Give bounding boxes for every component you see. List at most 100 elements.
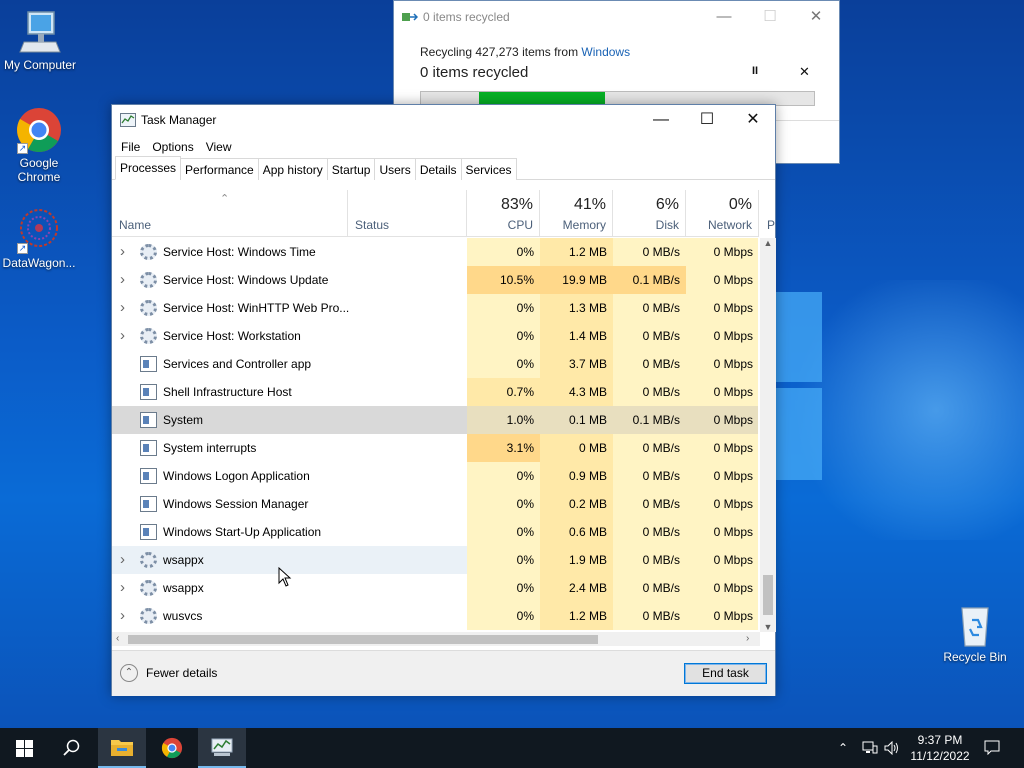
mouse-cursor-icon	[278, 567, 292, 587]
tab-details[interactable]: Details	[414, 158, 462, 180]
tab-startup[interactable]: Startup	[326, 158, 376, 180]
process-row[interactable]: › wusvcs 0% 1.2 MB 0 MB/s 0 Mbps	[112, 602, 758, 630]
vertical-scrollbar[interactable]: ▲ ▼	[760, 238, 776, 632]
task-manager-icon	[120, 113, 136, 127]
network-icon	[862, 741, 878, 754]
column-header-memory[interactable]: 41% Memory	[540, 190, 613, 237]
task-manager-window[interactable]: Task Manager — ☐ ✕ File Options View Pro…	[111, 104, 776, 696]
fewer-details-label: Fewer details	[146, 666, 218, 680]
action-center-button[interactable]	[984, 728, 1000, 768]
process-mem-value: 3.7 MB	[540, 350, 613, 378]
desktop-icon-recycle-bin[interactable]: Recycle Bin	[935, 600, 1015, 664]
close-button[interactable]: ✕	[730, 105, 776, 135]
scroll-right-icon[interactable]: ›	[746, 632, 749, 646]
desktop-icon-datawagon[interactable]: ↗ DataWagon...	[0, 206, 79, 270]
task-manager-titlebar[interactable]: Task Manager — ☐ ✕	[112, 105, 775, 136]
process-row[interactable]: System 1.0% 0.1 MB 0.1 MB/s 0 Mbps	[112, 406, 758, 434]
taskbar-task-manager[interactable]	[198, 728, 246, 768]
process-disk-value: 0 MB/s	[613, 322, 686, 350]
process-net-value: 0 Mbps	[686, 574, 758, 602]
menu-file[interactable]: File	[115, 140, 146, 154]
column-label: Status	[355, 218, 390, 232]
sort-caret-icon: ⌃	[220, 193, 230, 205]
app-window-icon	[140, 356, 157, 372]
process-row[interactable]: Windows Logon Application 0% 0.9 MB 0 MB/s 0…	[112, 462, 758, 490]
start-button[interactable]	[0, 728, 48, 768]
expand-chevron-icon[interactable]: ›	[120, 322, 130, 350]
process-row[interactable]: › Service Host: Windows Update 10.5% 19.9 M…	[112, 266, 758, 294]
tab-services[interactable]: Services	[460, 158, 517, 180]
network-tray-button[interactable]	[862, 728, 878, 768]
scroll-up-icon[interactable]: ▲	[760, 238, 776, 248]
expand-chevron-icon[interactable]: ›	[120, 238, 130, 266]
expand-chevron-icon[interactable]: ›	[120, 294, 130, 322]
menu-options[interactable]: Options	[146, 140, 199, 154]
expand-chevron-icon[interactable]: ›	[120, 602, 130, 630]
expand-chevron-icon[interactable]: ›	[120, 574, 130, 602]
process-row[interactable]: System interrupts 3.1% 0 MB 0 MB/s 0 Mbps	[112, 434, 758, 462]
process-row[interactable]: › Service Host: Workstation 0% 1.4 MB 0 MB/s…	[112, 322, 758, 350]
menu-view[interactable]: View	[200, 140, 238, 154]
column-label: CPU	[507, 218, 533, 232]
process-mem-value: 0.9 MB	[540, 462, 613, 490]
column-label: Network	[707, 218, 752, 232]
process-row[interactable]: › Service Host: Windows Time 0% 1.2 MB 0 MB/…	[112, 238, 758, 266]
process-row[interactable]: › wsappx 0% 1.9 MB 0 MB/s 0 Mbps	[112, 546, 758, 574]
close-button[interactable]: ✕	[796, 5, 836, 29]
desktop-icon-chrome[interactable]: ↗ Google Chrome	[0, 106, 79, 184]
gear-icon	[140, 328, 157, 344]
volume-tray-button[interactable]	[884, 728, 900, 768]
chevron-up-icon: ⌃	[838, 741, 849, 755]
column-header-name[interactable]: ⌃ Name	[112, 190, 348, 237]
tab-app-history[interactable]: App history	[257, 158, 328, 180]
wallpaper-pane	[776, 388, 822, 480]
maximize-button[interactable]: ☐	[750, 5, 790, 29]
process-cpu-value: 0.7%	[467, 378, 540, 406]
cancel-button[interactable]: ✕	[799, 64, 810, 80]
expand-chevron-icon[interactable]: ›	[120, 546, 130, 574]
process-cpu-value: 0%	[467, 350, 540, 378]
taskbar-chrome[interactable]	[148, 728, 196, 768]
process-row[interactable]: Shell Infrastructure Host 0.7% 4.3 MB 0 MB/…	[112, 378, 758, 406]
source-link[interactable]: Windows	[581, 45, 630, 59]
expand-chevron-icon[interactable]: ›	[120, 266, 130, 294]
process-row[interactable]: Services and Controller app 0% 3.7 MB 0 MB/…	[112, 350, 758, 378]
minimize-button[interactable]: —	[704, 5, 744, 29]
recycle-description: Recycling 427,273 items from Windows	[420, 45, 630, 59]
end-task-button[interactable]: End task	[684, 663, 767, 684]
datawagon-icon: ↗	[15, 206, 63, 254]
process-row[interactable]: Windows Session Manager 0% 0.2 MB 0 MB/s 0 M…	[112, 490, 758, 518]
scroll-thumb[interactable]	[763, 575, 773, 615]
scroll-left-icon[interactable]: ‹	[116, 632, 119, 646]
file-explorer-icon	[111, 740, 133, 756]
scroll-down-icon[interactable]: ▼	[760, 622, 776, 632]
process-disk-value: 0 MB/s	[613, 294, 686, 322]
process-row[interactable]: › wsappx 0% 2.4 MB 0 MB/s 0 Mbps	[112, 574, 758, 602]
search-button[interactable]	[48, 728, 96, 768]
scroll-thumb[interactable]	[128, 635, 598, 644]
desktop-icon-my-computer[interactable]: My Computer	[0, 8, 80, 72]
column-header-cpu[interactable]: 83% CPU	[467, 190, 540, 237]
pause-button[interactable]: II	[752, 65, 758, 77]
process-row[interactable]: › Service Host: WinHTTP Web Pro... 0% 1.3 M…	[112, 294, 758, 322]
fewer-details-button[interactable]: ⌃ Fewer details	[120, 664, 217, 682]
process-mem-value: 4.3 MB	[540, 378, 613, 406]
taskbar-clock[interactable]: 9:37 PM 11/12/2022	[902, 732, 978, 764]
show-hidden-icons-button[interactable]: ⌃	[838, 728, 848, 768]
tab-processes[interactable]: Processes	[115, 156, 182, 180]
process-row[interactable]: Windows Start-Up Application 0% 0.6 MB 0 MB…	[112, 518, 758, 546]
process-cpu-value: 0%	[467, 490, 540, 518]
column-header-network[interactable]: 0% Network	[686, 190, 759, 237]
tab-performance[interactable]: Performance	[180, 158, 259, 180]
minimize-button[interactable]: —	[638, 105, 684, 135]
tab-users[interactable]: Users	[374, 158, 416, 180]
column-header-power[interactable]: P	[759, 190, 775, 237]
taskbar-file-explorer[interactable]	[98, 728, 146, 768]
gear-icon	[140, 272, 157, 288]
horizontal-scrollbar[interactable]: ‹ ›	[112, 632, 760, 646]
column-header-disk[interactable]: 6% Disk	[613, 190, 686, 237]
app-window-icon	[140, 524, 157, 540]
column-label: P	[767, 218, 776, 232]
column-header-status[interactable]: Status	[348, 190, 467, 237]
maximize-button[interactable]: ☐	[684, 105, 730, 135]
